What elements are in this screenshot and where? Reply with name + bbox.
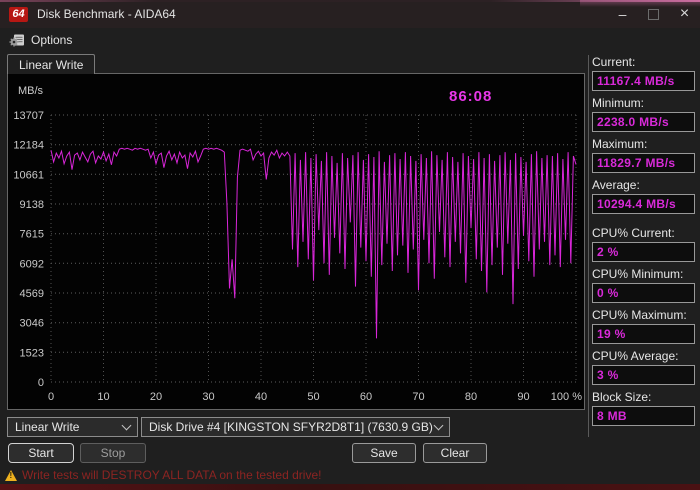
svg-text:30: 30: [202, 391, 214, 403]
stat-maximum: Maximum: 11829.7 MB/s: [592, 137, 700, 173]
close-icon: ×: [680, 5, 689, 23]
stat-cpu-minimum: CPU% Minimum: 0 %: [592, 267, 700, 303]
stat-value: 19 %: [592, 324, 695, 344]
svg-text:3046: 3046: [20, 318, 44, 330]
stat-value: 2 %: [592, 242, 695, 262]
svg-text:12184: 12184: [13, 140, 44, 152]
stat-cpu-average: CPU% Average: 3 %: [592, 349, 700, 385]
stat-cpu-current: CPU% Current: 2 %: [592, 226, 700, 262]
stat-minimum: Minimum: 2238.0 MB/s: [592, 96, 700, 132]
tab-linear-write[interactable]: Linear Write: [7, 54, 95, 74]
svg-text:50: 50: [307, 391, 319, 403]
svg-text:1523: 1523: [20, 347, 44, 359]
svg-text:70: 70: [412, 391, 424, 403]
minimize-icon: –: [619, 6, 627, 22]
warning-bar: Write tests will DESTROY ALL DATA on the…: [0, 466, 700, 484]
stat-value: 8 MB: [592, 406, 695, 426]
stat-label: Block Size:: [592, 390, 700, 404]
stat-label: CPU% Current:: [592, 226, 700, 240]
start-button[interactable]: Start: [8, 443, 74, 463]
drive-select[interactable]: Disk Drive #4 [KINGSTON SFYR2D8T1] (7630…: [141, 417, 450, 437]
elapsed-time: 86:08: [449, 88, 492, 105]
test-type-select-value: Linear Write: [15, 420, 79, 434]
stat-label: CPU% Average:: [592, 349, 700, 363]
warning-text: Write tests will DESTROY ALL DATA on the…: [22, 468, 321, 482]
stat-label: Minimum:: [592, 96, 700, 110]
stat-value: 2238.0 MB/s: [592, 112, 695, 132]
maximize-icon: [648, 9, 659, 20]
options-icon: [9, 33, 25, 47]
y-axis-unit-label: MB/s: [18, 85, 43, 97]
svg-text:9138: 9138: [20, 199, 44, 211]
svg-text:60: 60: [360, 391, 372, 403]
stat-value: 3 %: [592, 365, 695, 385]
stat-label: CPU% Maximum:: [592, 308, 700, 322]
svg-text:80: 80: [465, 391, 477, 403]
stat-cpu-maximum: CPU% Maximum: 19 %: [592, 308, 700, 344]
svg-text:6092: 6092: [20, 258, 44, 270]
close-button[interactable]: ×: [669, 0, 700, 28]
stat-value: 11167.4 MB/s: [592, 71, 695, 91]
warning-icon: [5, 470, 17, 481]
svg-text:100 %: 100 %: [551, 391, 582, 403]
stop-button[interactable]: Stop: [80, 443, 146, 463]
window-title: Disk Benchmark - AIDA64: [37, 7, 176, 21]
menu-bar: Options: [0, 28, 700, 52]
drive-select-value: Disk Drive #4 [KINGSTON SFYR2D8T1] (7630…: [149, 420, 433, 434]
benchmark-chart: 0 1523 3046 4569 6092 7615 9138 10661 12184 13707…: [8, 74, 584, 409]
app-window: 64 Disk Benchmark - AIDA64 – ×: [0, 0, 700, 490]
svg-text:10: 10: [97, 391, 109, 403]
aida64-logo-icon: 64: [9, 7, 28, 22]
stat-label: Maximum:: [592, 137, 700, 151]
svg-text:0: 0: [38, 377, 44, 389]
stat-current: Current: 11167.4 MB/s: [592, 55, 700, 91]
window-controls: – ×: [607, 0, 700, 28]
svg-text:40: 40: [255, 391, 267, 403]
tab-label: Linear Write: [19, 58, 83, 72]
svg-text:4569: 4569: [20, 288, 44, 300]
svg-text:7615: 7615: [20, 229, 44, 241]
minimize-button[interactable]: –: [607, 0, 638, 28]
chart-panel: 0 1523 3046 4569 6092 7615 9138 10661 12184 13707…: [7, 73, 585, 410]
svg-text:13707: 13707: [13, 110, 44, 122]
stats-sidebar: Current: 11167.4 MB/s Minimum: 2238.0 MB…: [588, 55, 700, 437]
stat-label: CPU% Minimum:: [592, 267, 700, 281]
chevron-down-icon: [434, 421, 444, 431]
svg-text:0: 0: [48, 391, 54, 403]
clear-button[interactable]: Clear: [423, 443, 487, 463]
options-menu-label: Options: [31, 33, 72, 47]
save-button[interactable]: Save: [352, 443, 416, 463]
options-menu[interactable]: Options: [6, 31, 80, 49]
chevron-down-icon: [122, 421, 132, 431]
stat-label: Average:: [592, 178, 700, 192]
stat-value: 11829.7 MB/s: [592, 153, 695, 173]
maximize-button[interactable]: [638, 0, 669, 28]
svg-text:10661: 10661: [13, 169, 44, 181]
stat-value: 10294.4 MB/s: [592, 194, 695, 214]
stat-value: 0 %: [592, 283, 695, 303]
stat-label: Current:: [592, 55, 700, 69]
stat-average: Average: 10294.4 MB/s: [592, 178, 700, 214]
stat-block-size: Block Size: 8 MB: [592, 390, 700, 426]
title-bar: 64 Disk Benchmark - AIDA64 – ×: [0, 0, 700, 28]
svg-text:90: 90: [517, 391, 529, 403]
test-type-select[interactable]: Linear Write: [7, 417, 138, 437]
svg-text:20: 20: [150, 391, 162, 403]
window-bottom-edge: [0, 484, 700, 490]
